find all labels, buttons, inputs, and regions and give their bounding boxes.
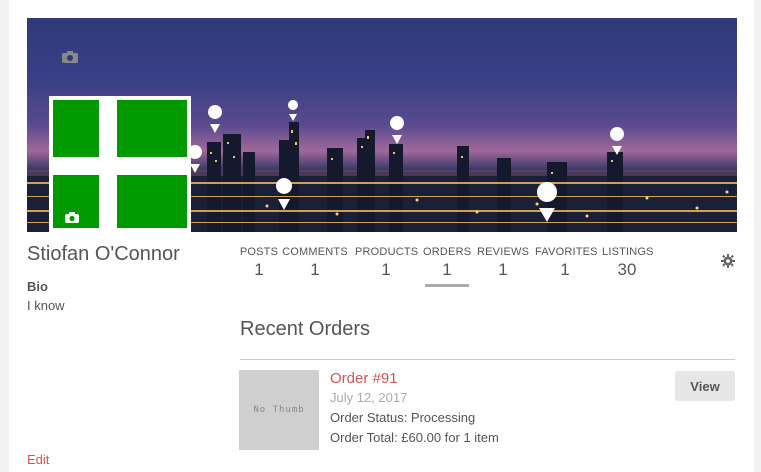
avatar[interactable]	[49, 96, 191, 232]
stat-label: ORDERS	[423, 246, 472, 258]
avatar-camera-button[interactable]	[65, 210, 79, 228]
stat-label: POSTS	[239, 246, 279, 258]
edit-link[interactable]: Edit	[27, 452, 49, 467]
stat-value: 1	[254, 260, 264, 279]
stat-value: 1	[381, 260, 391, 279]
order-date: July 12, 2017	[330, 390, 408, 405]
order-thumbnail[interactable]: No Thumb	[239, 370, 319, 450]
stat-listings[interactable]: LISTINGS 30	[602, 246, 654, 280]
avatar-image	[53, 100, 187, 228]
stat-label: COMMENTS	[282, 246, 348, 258]
stat-label: LISTINGS	[602, 246, 654, 258]
profile-name: Stiofan O'Connor	[27, 243, 180, 265]
camera-icon	[65, 212, 79, 223]
thumb-placeholder-text: No Thumb	[253, 405, 305, 415]
map-pin-icon	[537, 182, 558, 222]
camera-icon	[62, 51, 78, 63]
map-pin-icon	[276, 178, 293, 210]
map-pin-icon	[610, 127, 625, 155]
gear-icon	[721, 254, 735, 268]
stat-reviews[interactable]: REVIEWS 1	[477, 246, 529, 280]
stat-value: 1	[442, 260, 452, 279]
divider	[240, 359, 735, 360]
settings-button[interactable]	[721, 254, 735, 273]
active-tab-indicator	[425, 284, 469, 287]
stat-products[interactable]: PRODUCTS 1	[355, 246, 419, 280]
order-title-link[interactable]: Order #91	[330, 370, 398, 387]
stat-comments[interactable]: COMMENTS 1	[282, 246, 348, 280]
stat-value: 1	[560, 260, 570, 279]
stat-favorites[interactable]: FAVORITES 1	[535, 246, 598, 280]
bio-text: I know	[27, 298, 65, 313]
order-status: Order Status: Processing	[330, 410, 476, 425]
order-total: Order Total: £60.00 for 1 item	[330, 430, 499, 445]
stat-posts[interactable]: POSTS 1	[239, 246, 279, 280]
stat-value: 1	[310, 260, 320, 279]
stat-value: 30	[617, 260, 637, 279]
map-pin-icon	[208, 105, 223, 133]
view-order-button[interactable]: View	[675, 371, 735, 401]
stat-label: REVIEWS	[477, 246, 530, 258]
cover-camera-button[interactable]	[62, 50, 78, 68]
map-pin-icon	[390, 116, 405, 144]
stat-label: FAVORITES	[535, 246, 598, 258]
map-pin-icon	[288, 100, 299, 121]
stat-label: PRODUCTS	[355, 246, 419, 258]
bio-label: Bio	[27, 279, 48, 294]
stat-orders[interactable]: ORDERS 1	[423, 246, 471, 280]
stat-value: 1	[498, 260, 508, 279]
section-title: Recent Orders	[240, 318, 371, 340]
